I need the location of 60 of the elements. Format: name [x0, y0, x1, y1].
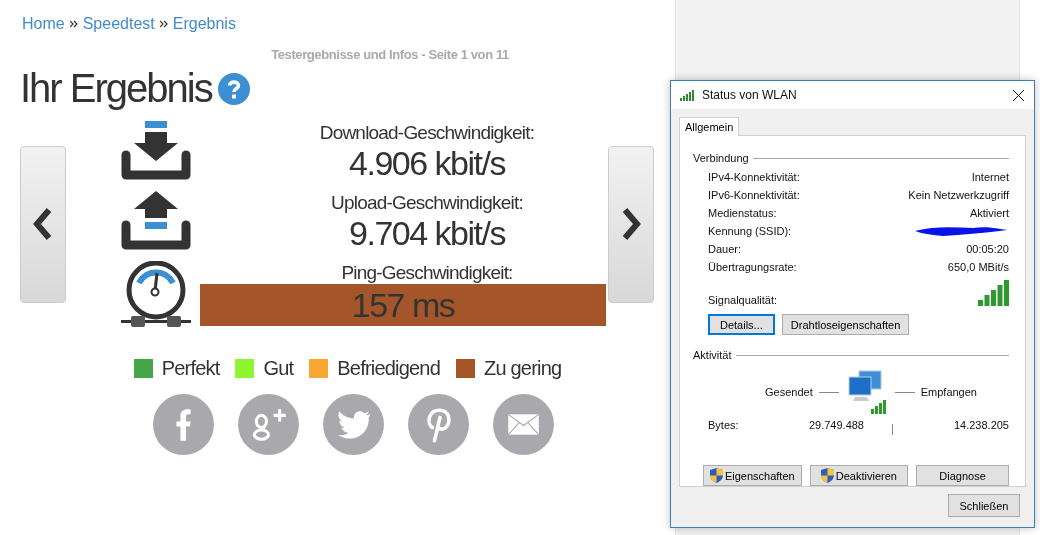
group-heading: Verbindung — [693, 152, 749, 164]
breadcrumb-separator-icon — [69, 20, 78, 28]
property-label: IPv6-Konnektivität: — [708, 189, 800, 201]
breadcrumb-link[interactable]: Home — [22, 15, 65, 33]
legend-label: Zu gering — [484, 357, 562, 380]
ping-result-bar: 157 ms — [200, 284, 606, 326]
dialog-button[interactable]: Drahtloseigenschaften — [781, 314, 910, 335]
property-label: Medienstatus: — [708, 207, 777, 219]
legend-label: Befriedigend — [337, 357, 440, 380]
tab[interactable]: Allgemein — [679, 117, 740, 136]
property-value: Internet — [971, 171, 1009, 183]
legend-label: Gut — [263, 357, 294, 380]
bytes-received-value: 14.238.205 — [952, 419, 1009, 431]
result-value: 4.906 kbit/s — [349, 143, 505, 183]
result-label: Ping-Geschwindigkeit: — [341, 262, 513, 284]
breadcrumb-separator-icon — [159, 20, 168, 28]
bytes-sent-value: 29.749.488 — [807, 419, 864, 431]
close-icon[interactable] — [1013, 89, 1024, 101]
property-label: Signalqualität: — [708, 294, 778, 306]
facebook-share-button[interactable] — [153, 394, 214, 455]
group-heading: Aktivität — [693, 349, 732, 361]
email-share-button[interactable] — [493, 394, 554, 455]
dialog-button[interactable]: Eigenschaften — [703, 465, 802, 486]
shield-icon — [820, 468, 834, 483]
bytes-label: Bytes: — [708, 419, 740, 431]
result-label: Upload-Geschwindigkeit: — [331, 191, 523, 214]
property-value: Kein Netzwerkzugriff — [908, 189, 1009, 201]
window-title: Status von WLAN — [702, 88, 798, 102]
dialog-button[interactable]: Diagnose — [916, 465, 1009, 486]
next-button[interactable] — [608, 145, 654, 303]
property-label: Übertragungsrate: — [708, 261, 797, 273]
received-label: Empfangen — [920, 386, 977, 398]
wifi-signal-icon — [680, 89, 696, 101]
property-value: Aktiviert — [969, 207, 1009, 219]
property-label: IPv4-Konnektivität: — [708, 171, 800, 183]
legend-label: Perfekt — [161, 357, 220, 380]
dialog-button[interactable]: Details... — [708, 314, 775, 335]
page-subtitle: Testergebnisse und Infos - Seite 1 von 11 — [270, 47, 510, 62]
close-button[interactable]: Schließen — [948, 494, 1020, 517]
signal-strength-icon — [978, 280, 1009, 306]
previous-button[interactable] — [20, 145, 66, 303]
shield-icon — [709, 468, 723, 483]
help-icon[interactable] — [217, 72, 250, 105]
result-value: 9.704 kbit/s — [349, 213, 505, 253]
property-value: 650,0 MBit/s — [947, 261, 1009, 273]
upload-icon — [121, 191, 191, 253]
dialog-button[interactable]: Deaktivieren — [809, 465, 909, 486]
breadcrumb-link[interactable]: Speedtest — [82, 15, 155, 33]
sent-label: Gesendet — [765, 386, 813, 398]
page-heading: Ihr Ergebnis — [20, 66, 212, 111]
property-value: 00:05:20 — [966, 243, 1009, 255]
twitter-share-button[interactable] — [323, 394, 384, 455]
property-label: Kennung (SSID): — [708, 225, 792, 237]
pinterest-share-button[interactable] — [408, 394, 469, 455]
speedometer-icon — [121, 261, 191, 327]
google-plus-share-button[interactable] — [238, 394, 299, 455]
property-label: Dauer: — [708, 243, 742, 255]
download-icon — [121, 121, 191, 183]
breadcrumb-link[interactable]: Ergebnis — [172, 15, 236, 33]
result-label: Download-Geschwindigkeit: — [319, 121, 535, 144]
